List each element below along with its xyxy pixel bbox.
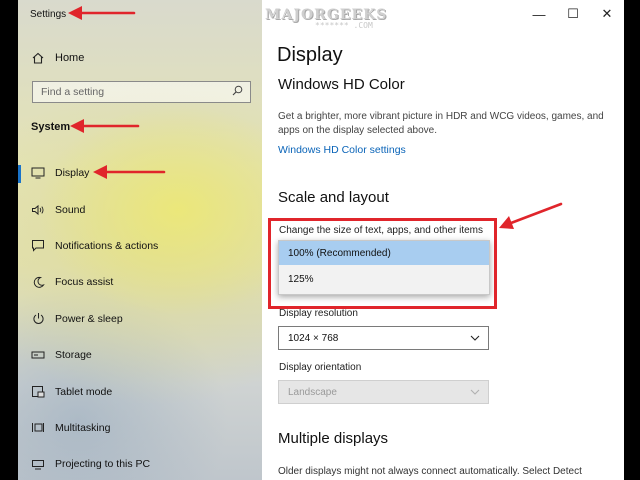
arrow-to-scale (499, 202, 563, 229)
annotation-arrows (68, 6, 563, 229)
arrow-to-title (68, 6, 136, 20)
arrow-to-display (93, 165, 166, 179)
arrow-to-system (70, 119, 140, 133)
